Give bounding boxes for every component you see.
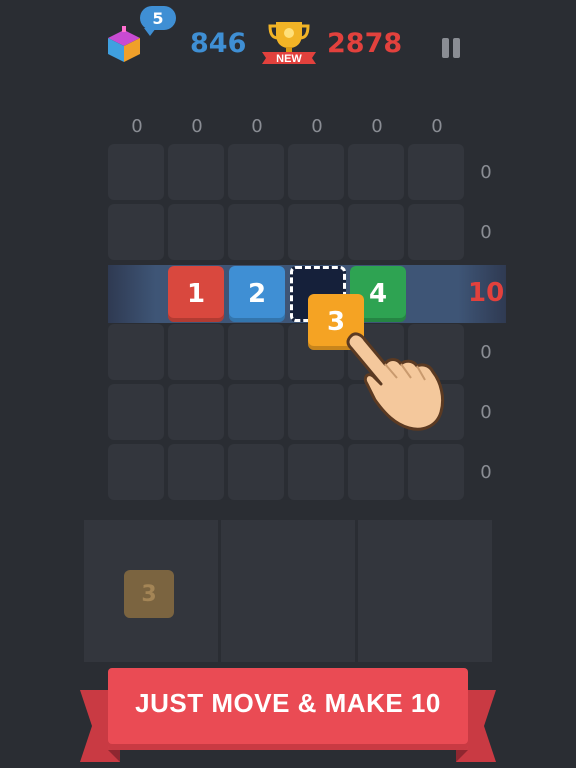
row-sum: 0 (480, 462, 492, 483)
board-cell[interactable] (348, 444, 404, 500)
board-cell[interactable] (108, 444, 164, 500)
board-cell[interactable] (288, 204, 344, 260)
best-score: 2878 (327, 28, 403, 59)
row-sum: 0 (480, 162, 492, 183)
board-cell[interactable] (408, 204, 464, 260)
board-cell[interactable] (288, 384, 344, 440)
board-cell[interactable] (348, 204, 404, 260)
board-cell[interactable] (108, 144, 164, 200)
current-score: 846 (190, 28, 247, 59)
board-cell[interactable] (108, 204, 164, 260)
pause-icon[interactable] (440, 38, 462, 58)
game-board (108, 144, 468, 504)
trophy-icon: NEW (262, 22, 316, 65)
board-cell[interactable] (168, 204, 224, 260)
board-cell[interactable] (168, 324, 224, 380)
gift-box-icon[interactable] (104, 24, 144, 64)
board-cell[interactable] (168, 144, 224, 200)
row-sum-highlighted: 10 (468, 278, 505, 308)
number-tile-2[interactable]: 2 (229, 266, 285, 322)
top-hud: 5 846 NEW 2878 (0, 0, 576, 90)
board-cell[interactable] (168, 384, 224, 440)
column-sum: 0 (431, 116, 443, 137)
banner-text: JUST MOVE & MAKE 10 (135, 688, 441, 718)
tray-slot[interactable] (221, 520, 355, 662)
column-sum: 0 (371, 116, 383, 137)
board-cell[interactable] (408, 144, 464, 200)
tutorial-banner: JUST MOVE & MAKE 10 (0, 664, 576, 768)
board-cell[interactable] (408, 444, 464, 500)
row-sum: 0 (480, 342, 492, 363)
board-cell[interactable] (228, 444, 284, 500)
board-cell[interactable] (288, 144, 344, 200)
board-cell[interactable] (108, 384, 164, 440)
board-cell[interactable] (228, 204, 284, 260)
new-label: NEW (276, 53, 302, 65)
board-cell[interactable] (168, 444, 224, 500)
board-cell[interactable] (228, 324, 284, 380)
board-cell[interactable] (228, 144, 284, 200)
column-sum: 0 (191, 116, 203, 137)
board-cell[interactable] (228, 384, 284, 440)
row-sum: 0 (480, 222, 492, 243)
row-sum: 0 (480, 402, 492, 423)
board-cell[interactable] (108, 324, 164, 380)
tray-slot[interactable] (358, 520, 492, 662)
column-sum: 0 (311, 116, 323, 137)
gift-count-badge: 5 (140, 6, 176, 36)
tray-tile-3[interactable]: 3 (124, 570, 174, 618)
number-tile-1[interactable]: 1 (168, 266, 224, 322)
board-cell[interactable] (348, 144, 404, 200)
column-sum: 0 (131, 116, 143, 137)
board-cell[interactable] (288, 444, 344, 500)
column-sum: 0 (251, 116, 263, 137)
pointing-hand-icon (346, 332, 445, 431)
